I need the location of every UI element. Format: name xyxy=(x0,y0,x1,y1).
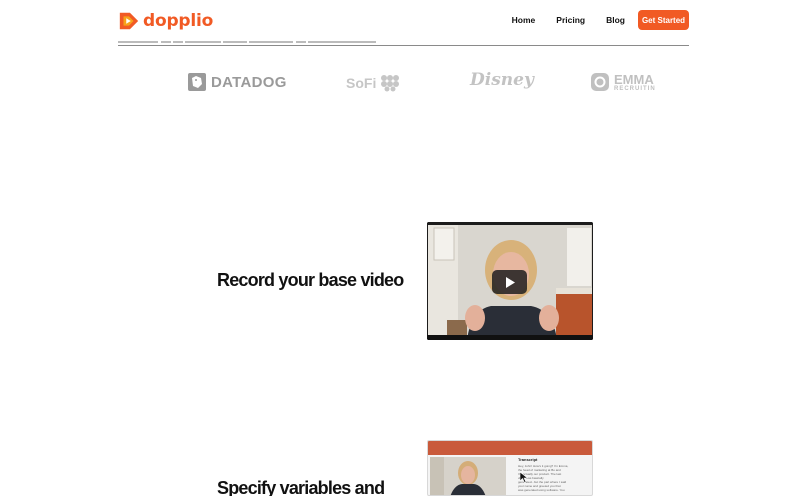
record-base-video-heading: Record your base video xyxy=(217,270,404,290)
header-divider-dashes xyxy=(118,41,376,43)
editor-topbar xyxy=(428,441,592,455)
logo-emma: EMMA RECRUITIN xyxy=(590,72,662,92)
brand-logo[interactable]: dopplio xyxy=(118,8,213,34)
editor-video-thumbnail xyxy=(430,457,506,495)
logo-emma-label: EMMA xyxy=(614,72,654,87)
logo-disney: Disney xyxy=(470,70,534,90)
logo-disney-label: Disney xyxy=(470,70,534,90)
get-started-button[interactable]: Get Started xyxy=(638,10,689,30)
datadog-dog-icon xyxy=(188,73,206,91)
sofi-dots-icon xyxy=(381,75,400,92)
play-icon xyxy=(505,276,515,288)
logo-sofi-label: SoFi xyxy=(346,75,377,91)
logo-datadog-label: DATADOG xyxy=(211,73,287,91)
transcript-title: Transcript xyxy=(518,457,538,462)
specify-variables-heading: Specify variables and xyxy=(217,478,385,496)
base-video-player[interactable] xyxy=(427,222,593,340)
mouse-cursor-icon xyxy=(520,472,528,483)
nav-blog-link[interactable]: Blog xyxy=(606,15,625,25)
logo-emma-sub: RECRUITIN xyxy=(614,85,656,92)
transcript-line: was generated using software. You xyxy=(518,488,565,492)
emma-circle-icon xyxy=(591,73,609,91)
site-header: dopplio Home Pricing Blog Get Started xyxy=(0,0,800,46)
transcript-editor-preview: Transcript Hey, John! How's it going? I'… xyxy=(427,440,593,496)
main-nav: Home Pricing Blog Get Started xyxy=(512,10,689,30)
dopplio-logo-icon xyxy=(119,12,139,30)
nav-home-link[interactable]: Home xyxy=(512,15,536,25)
nav-pricing-link[interactable]: Pricing xyxy=(556,15,585,25)
brand-name: dopplio xyxy=(143,11,214,31)
customer-logos: DATADOG SoFi Disney EMMA RECRUITIN xyxy=(0,68,800,100)
logo-datadog: DATADOG xyxy=(187,72,287,92)
play-button[interactable] xyxy=(492,270,527,294)
transcript-panel: Transcript Hey, John! How's it going? I'… xyxy=(518,457,588,495)
header-divider xyxy=(118,45,689,46)
logo-sofi: SoFi xyxy=(346,74,400,92)
